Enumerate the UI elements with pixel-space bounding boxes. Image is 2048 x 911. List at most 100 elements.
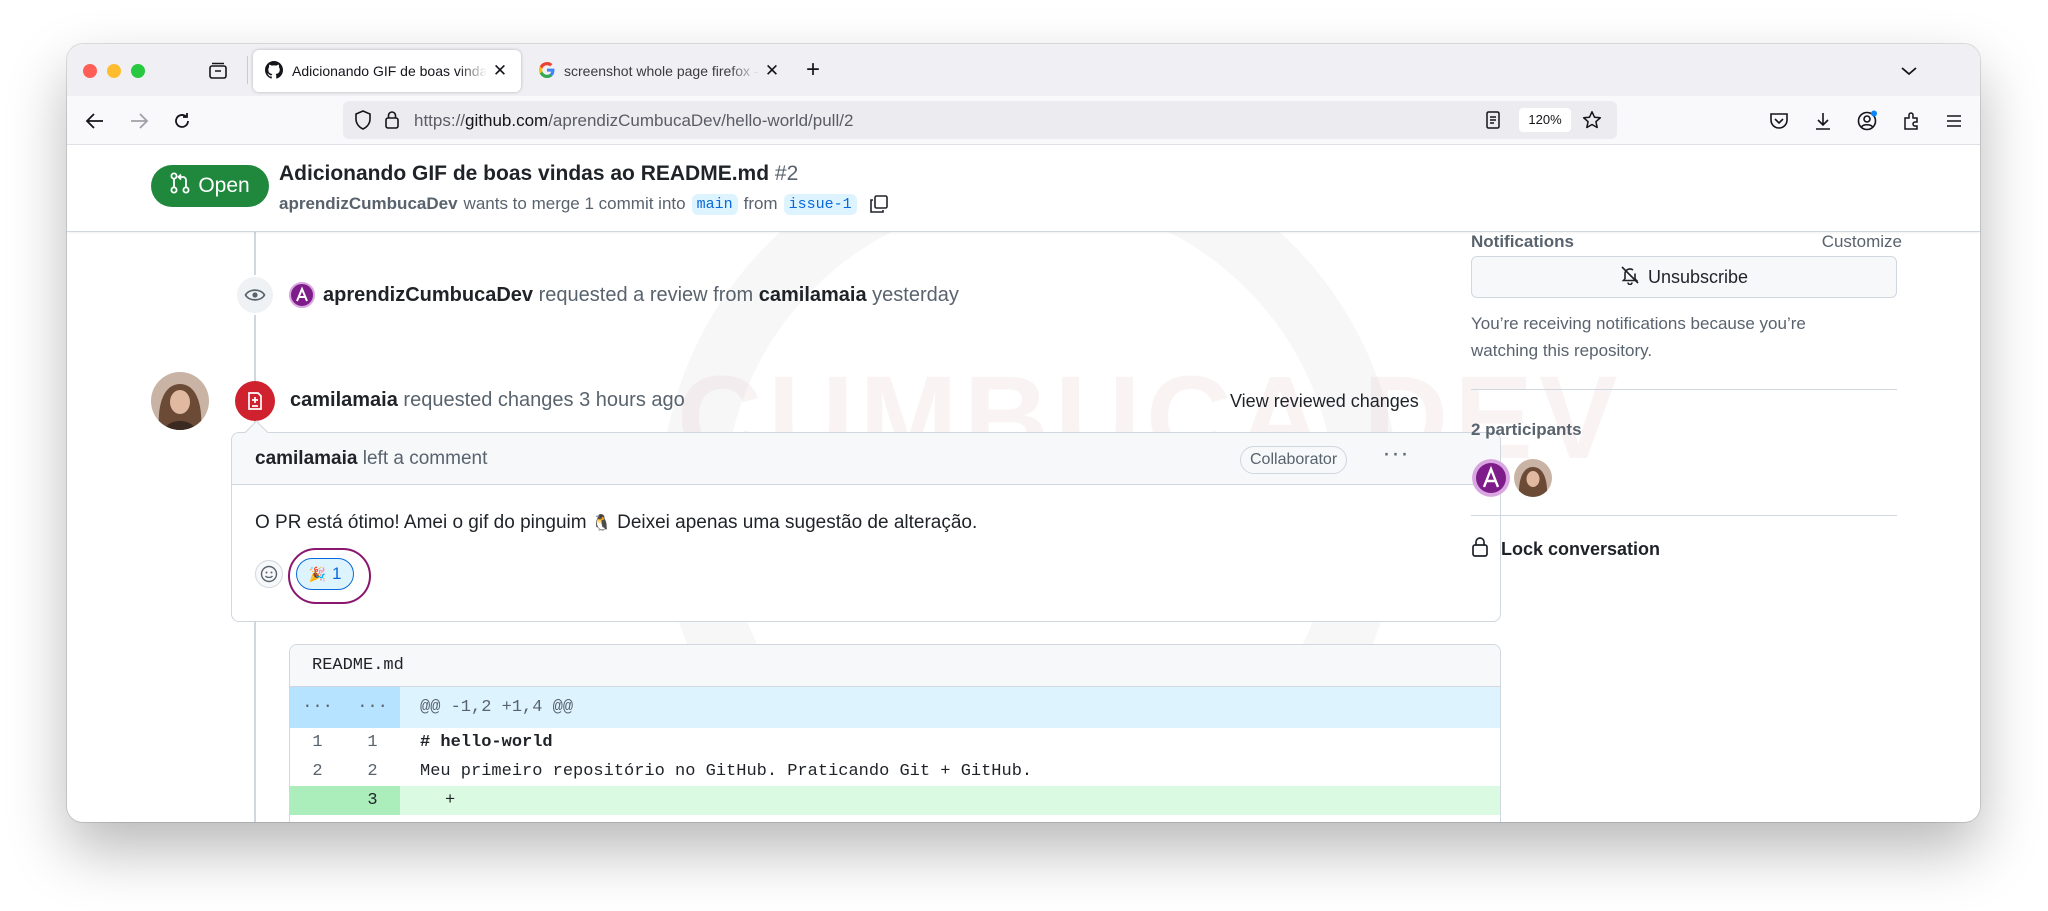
diff-view: README.md ... ... @@ -1,2 +1,4 @@ 1 1 # … bbox=[289, 644, 1501, 822]
extensions-icon[interactable] bbox=[1896, 106, 1926, 136]
old-line-number[interactable]: 2 bbox=[290, 757, 345, 786]
git-pull-request-icon bbox=[170, 172, 190, 200]
hunk-header: @@ -1,2 +1,4 @@ bbox=[420, 698, 574, 717]
new-line-number[interactable]: 2 bbox=[345, 757, 400, 786]
tab-separator bbox=[247, 56, 248, 84]
actor-link[interactable]: camilamaia bbox=[290, 389, 398, 411]
tab-title: screenshot whole page firefox - Google S… bbox=[564, 63, 759, 79]
lock-conversation-button[interactable]: Lock conversation bbox=[1471, 536, 1660, 563]
tab-title: Adicionando GIF de boas vindas ao README… bbox=[292, 63, 487, 79]
url-text[interactable]: https://github.com/aprendizCumbucaDev/he… bbox=[414, 111, 853, 131]
event-time[interactable]: yesterday bbox=[872, 284, 959, 306]
actor-link[interactable]: aprendizCumbucaDev bbox=[323, 284, 533, 306]
google-icon bbox=[539, 61, 555, 81]
avatar[interactable] bbox=[151, 372, 209, 430]
old-line-number[interactable]: 1 bbox=[290, 728, 345, 757]
view-reviewed-changes-link[interactable]: View reviewed changes bbox=[1230, 391, 1419, 412]
url-bar[interactable]: https://github.com/aprendizCumbucaDev/he… bbox=[343, 101, 1617, 139]
zoom-window-button[interactable] bbox=[131, 64, 145, 78]
tab-active[interactable]: Adicionando GIF de boas vindas ao README… bbox=[253, 50, 521, 92]
close-tab-icon[interactable]: ✕ bbox=[491, 61, 509, 81]
file-diff-icon bbox=[235, 381, 275, 421]
page-title: Adicionando GIF de boas vindas ao README… bbox=[279, 162, 798, 186]
comment-author-line: camilamaia left a comment bbox=[255, 448, 487, 470]
diff-line-added: 3 + bbox=[290, 786, 1500, 815]
github-icon bbox=[265, 60, 283, 82]
zoom-level-badge[interactable]: 120% bbox=[1519, 108, 1571, 132]
diff-code: # hello-world bbox=[420, 733, 553, 752]
expand-down-button[interactable]: ... bbox=[345, 687, 400, 728]
menu-icon[interactable] bbox=[1939, 106, 1969, 136]
expand-up-button[interactable]: ... bbox=[290, 687, 345, 728]
diff-line: 2 2 Meu primeiro repositório no GitHub. … bbox=[290, 757, 1500, 786]
customize-link[interactable]: Customize bbox=[1822, 232, 1902, 252]
avatar[interactable] bbox=[289, 282, 315, 308]
forward-icon[interactable] bbox=[124, 106, 154, 136]
tab-inactive[interactable]: screenshot whole page firefox - Google S… bbox=[527, 50, 793, 92]
bookmark-star-icon[interactable] bbox=[1582, 110, 1602, 130]
lock-icon[interactable] bbox=[382, 110, 402, 130]
pr-state-badge: Open bbox=[151, 165, 269, 207]
diff-hunk-row[interactable]: ... ... @@ -1,2 +1,4 @@ bbox=[290, 687, 1500, 728]
url-host: github.com bbox=[465, 111, 549, 130]
reaction-button[interactable]: 🎉 1 bbox=[296, 558, 354, 590]
reviewer-link[interactable]: camilamaia bbox=[759, 284, 867, 306]
old-line-number bbox=[290, 786, 345, 815]
account-icon[interactable] bbox=[1852, 106, 1882, 136]
close-tab-icon[interactable]: ✕ bbox=[763, 61, 781, 81]
eye-icon bbox=[235, 275, 275, 315]
review-comment: camilamaia left a comment Collaborator ·… bbox=[231, 432, 1501, 622]
review-request-event: aprendizCumbucaDev requested a review fr… bbox=[235, 275, 959, 315]
head-branch-link[interactable]: issue-1 bbox=[783, 193, 857, 215]
unsubscribe-button[interactable]: Unsubscribe bbox=[1471, 256, 1897, 298]
downloads-icon[interactable] bbox=[1808, 106, 1838, 136]
participant-avatar[interactable] bbox=[1472, 459, 1510, 497]
close-window-button[interactable] bbox=[83, 64, 97, 78]
pr-merge-info: aprendizCumbucaDev wants to merge 1 comm… bbox=[279, 192, 891, 216]
comment-header: camilamaia left a comment Collaborator ·… bbox=[232, 433, 1500, 485]
diff-file-name[interactable]: README.md bbox=[290, 645, 1500, 687]
notifications-heading: Notifications bbox=[1471, 232, 1574, 251]
add-reaction-icon[interactable] bbox=[255, 560, 283, 588]
pr-sticky-header: Open Adicionando GIF de boas vindas ao R… bbox=[67, 145, 1980, 232]
review-request-text: aprendizCumbucaDev requested a review fr… bbox=[323, 284, 959, 307]
from-text: from bbox=[743, 194, 778, 213]
tracking-protection-icon[interactable] bbox=[353, 110, 373, 130]
navigation-bar: https://github.com/aprendizCumbucaDev/he… bbox=[67, 96, 1980, 145]
copy-icon[interactable] bbox=[867, 192, 891, 216]
page-content: CUMBUCA DEV aprendizCumbucaDev requested… bbox=[67, 145, 1980, 822]
divider bbox=[1471, 389, 1897, 390]
lock-conversation-label: Lock conversation bbox=[1501, 539, 1661, 559]
list-all-tabs-icon[interactable] bbox=[1896, 58, 1922, 84]
comment-author-link[interactable]: camilamaia bbox=[255, 448, 357, 469]
pr-state-label: Open bbox=[198, 174, 250, 197]
collaborator-badge: Collaborator bbox=[1240, 446, 1348, 474]
divider bbox=[1471, 515, 1897, 516]
pr-number: #2 bbox=[774, 162, 799, 185]
lock-icon bbox=[1471, 536, 1489, 563]
comment-action: left a comment bbox=[362, 448, 488, 469]
base-branch-link[interactable]: main bbox=[691, 193, 738, 215]
tab-manager-icon[interactable] bbox=[204, 57, 232, 85]
diff-line: 1 1 # hello-world bbox=[290, 728, 1500, 757]
participants-heading: 2 participants bbox=[1471, 420, 1582, 439]
changes-request-text: camilamaia requested changes 3 hours ago bbox=[290, 389, 685, 412]
participant-avatar[interactable] bbox=[1514, 459, 1552, 497]
minimize-window-button[interactable] bbox=[107, 64, 121, 78]
new-line-number[interactable]: 1 bbox=[345, 728, 400, 757]
url-path: /aprendizCumbucaDev/hello-world/pull/2 bbox=[548, 111, 854, 130]
kebab-menu-icon[interactable]: ··· bbox=[1380, 442, 1412, 474]
new-tab-button[interactable]: + bbox=[798, 56, 828, 86]
back-icon[interactable] bbox=[80, 106, 110, 136]
event-action: requested changes 3 hours ago bbox=[403, 389, 685, 411]
party-popper-icon: 🎉 bbox=[308, 565, 326, 582]
pocket-icon[interactable] bbox=[1764, 106, 1794, 136]
merge-text: wants to merge 1 commit into bbox=[463, 194, 686, 213]
reload-icon[interactable] bbox=[167, 106, 197, 136]
tab-strip: Adicionando GIF de boas vindas ao README… bbox=[67, 44, 1980, 96]
reader-view-icon[interactable] bbox=[1483, 110, 1503, 130]
event-action: requested a review from bbox=[538, 283, 754, 306]
pr-author-link[interactable]: aprendizCumbucaDev bbox=[279, 194, 458, 214]
new-line-number[interactable]: 3 bbox=[345, 786, 400, 815]
pr-title-text: Adicionando GIF de boas vindas ao README… bbox=[279, 162, 770, 185]
